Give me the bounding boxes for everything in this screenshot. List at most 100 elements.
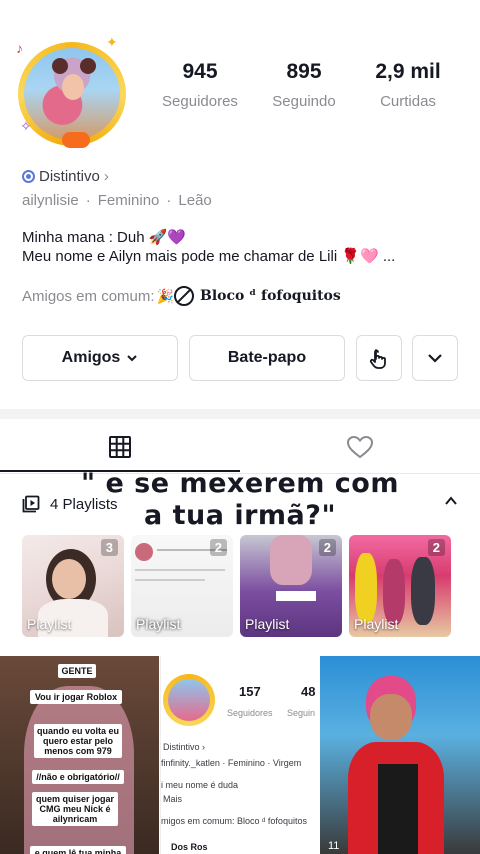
thumbnail-figure: [355, 553, 377, 623]
video-text: //não e obrigatório//: [32, 770, 124, 784]
video-thumbnail[interactable]: GENTE Vou ir jogar Roblox quando eu volt…: [0, 656, 159, 854]
thumbnail-figure: [270, 535, 312, 585]
profile-bio[interactable]: Minha mana : Duh 🚀💜 Meu nome e Ailyn mai…: [22, 228, 395, 266]
video-thumbnail[interactable]: 11: [320, 656, 480, 854]
thumbnail-figure: [411, 557, 435, 625]
following-count: 895: [286, 60, 322, 83]
chevron-down-icon: [428, 354, 442, 363]
content-tabs: [0, 420, 480, 474]
likes-count: 2,9 mil: [375, 60, 441, 83]
avatar-image: [24, 48, 120, 140]
playlist-card[interactable]: 2 Playlist: [240, 535, 342, 637]
poke-button[interactable]: [356, 335, 402, 381]
view-count: 11: [328, 840, 340, 852]
thumbnail-avatar-image: [168, 679, 210, 721]
thumbnail-figure: [52, 559, 86, 599]
mutual-friends[interactable]: Amigos em comum: 🎉 Bloco ᵈ fofoquitos: [22, 286, 341, 306]
playlist-video-count: 3: [100, 539, 118, 556]
playlist-card[interactable]: 2 Playlist: [349, 535, 451, 637]
avatar-face: [62, 74, 84, 100]
followers-count: 945: [182, 60, 218, 83]
chevron-right-icon: ›: [103, 168, 109, 185]
mutual-friends-label: Amigos em comum:: [22, 287, 155, 305]
playlist-video-count: 2: [209, 539, 227, 556]
playlist-video-count: 2: [427, 539, 445, 556]
playlist-label: Playlist: [245, 616, 290, 632]
video-stat-label: Seguidores: [227, 708, 273, 718]
bio-line: Meu nome e Ailyn mais pode me chamar de …: [22, 248, 396, 265]
caption-line: a tua irmã?": [143, 500, 337, 531]
thumbnail-shirt-stripe: [378, 764, 418, 854]
video-text: Dos Ros: [171, 842, 208, 852]
music-note-icon: ♪: [16, 40, 23, 56]
profile-avatar[interactable]: ♪ ✦ ✧: [14, 34, 132, 148]
mouse-ears-icon: [52, 58, 96, 74]
video-text: finfinity._katlen · Feminino · Virgem: [161, 758, 302, 768]
zodiac: Leão: [178, 192, 212, 209]
separator-dot: ·: [166, 192, 172, 209]
video-stat: 157: [239, 684, 261, 699]
pointing-hand-icon: [369, 349, 386, 369]
playlist-card[interactable]: 3 Playlist: [22, 535, 124, 637]
profile-actions: Amigos Bate-papo: [22, 335, 458, 381]
thumbnail-line: [135, 569, 225, 571]
friends-button-label: Amigos: [61, 349, 121, 366]
bio-line: Minha mana : Duh 🚀💜: [22, 229, 187, 246]
profile-stats: 945 Seguidores 895 Seguindo 2,9 mil Curt…: [150, 60, 460, 110]
thumbnail-face: [370, 694, 412, 740]
video-thumbnail[interactable]: 157 48 Seguidores Seguin Distintivo › fi…: [160, 656, 319, 854]
video-grid: GENTE Vou ir jogar Roblox quando eu volt…: [0, 656, 480, 854]
video-stat-label: Seguin: [287, 708, 316, 718]
video-text: Vou ir jogar Roblox: [30, 690, 122, 704]
thumbnail-avatar: [135, 543, 153, 561]
following-stat[interactable]: 895 Seguindo: [250, 60, 358, 110]
section-divider: [0, 409, 480, 419]
video-text: migos em comum: Bloco ᵈ fofoquitos: [161, 816, 307, 826]
badge-label: Distintivo: [39, 168, 100, 185]
chevron-down-icon: [127, 355, 138, 362]
group-avatar-icon: [173, 286, 194, 306]
video-text: quando eu volta eu quero estar pelo meno…: [34, 724, 122, 758]
video-stat: 48: [301, 684, 316, 699]
playlist-video-count: 2: [318, 539, 336, 556]
grid-icon: [109, 436, 131, 458]
chat-button[interactable]: Bate-papo: [189, 335, 345, 381]
overlay-caption: " e se mexerem com a tua irmã?": [0, 468, 480, 532]
live-badge-icon: [62, 132, 90, 148]
thumbnail-line: [135, 579, 205, 581]
playlist-label: Playlist: [27, 616, 72, 632]
playlist-label: Playlist: [136, 616, 181, 632]
playlists-row: 3 Playlist 2 Playlist 2 Playlist 2 Playl…: [22, 535, 458, 637]
video-text: quem quiser jogar CMG meu Nick é ailynri…: [32, 792, 118, 826]
followers-label: Seguidores: [162, 93, 238, 110]
video-text: e quem lê tua minha: [30, 846, 126, 854]
heart-icon: [346, 435, 374, 459]
video-text: GENTE: [58, 664, 96, 678]
likes-label: Curtidas: [380, 93, 436, 110]
separator-dot: ·: [85, 192, 91, 209]
playlist-label: Playlist: [354, 616, 399, 632]
video-text: Mais: [163, 794, 183, 804]
more-options-button[interactable]: [412, 335, 458, 381]
video-text: i meu nome é duda: [161, 780, 239, 790]
tab-videos[interactable]: [0, 420, 240, 474]
chat-button-label: Bate-papo: [227, 349, 307, 366]
sparkle-icon: ✦: [106, 34, 118, 50]
playlist-card[interactable]: 2 Playlist: [131, 535, 233, 637]
tab-liked[interactable]: [240, 420, 480, 474]
followers-stat[interactable]: 945 Seguidores: [150, 60, 250, 110]
friends-button[interactable]: Amigos: [22, 335, 178, 381]
video-text: Distintivo ›: [163, 742, 206, 752]
following-label: Seguindo: [272, 93, 336, 110]
gender: Feminino: [97, 192, 160, 209]
caption-line: " e se mexerem com: [81, 468, 399, 499]
thumbnail-caption: [276, 591, 316, 601]
party-popper-icon: 🎉: [156, 287, 174, 304]
sparkle-icon: ✧: [20, 118, 32, 134]
username: ailynlisie: [22, 192, 79, 209]
badge-link[interactable]: Distintivo ›: [22, 168, 109, 185]
profile-meta: ailynlisie · Feminino · Leão: [22, 192, 212, 209]
likes-stat[interactable]: 2,9 mil Curtidas: [358, 60, 458, 110]
badge-icon: [22, 170, 35, 183]
mutual-friends-names: Bloco ᵈ fofoquitos: [199, 288, 341, 304]
